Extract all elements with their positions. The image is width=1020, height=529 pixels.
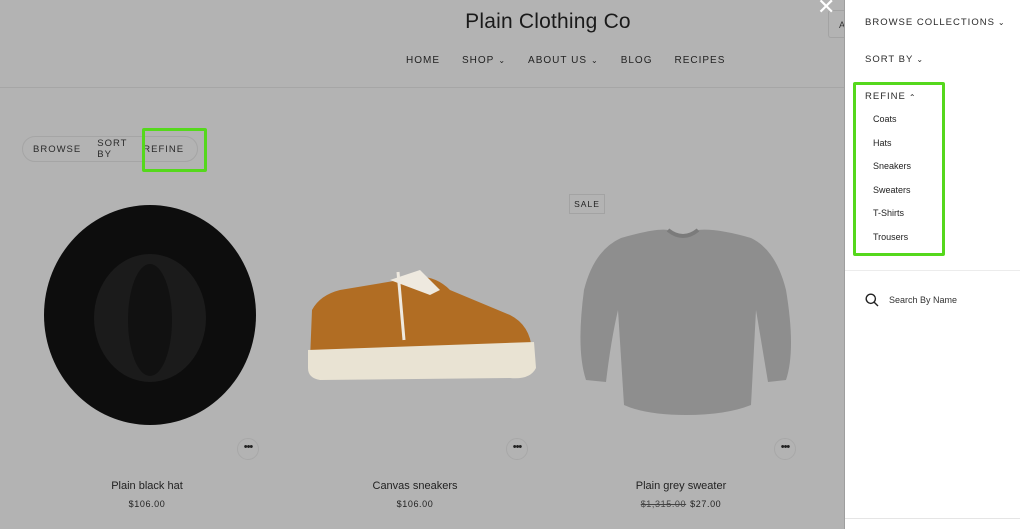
sale-price: $27.00 — [690, 499, 722, 509]
product-price: $106.00 — [12, 499, 282, 509]
sort-by-label: SORT BY — [865, 54, 914, 65]
main-nav: HOME SHOP ⌄ ABOUT US ⌄ BLOG RECIPES — [406, 55, 747, 66]
sale-badge: SALE — [569, 194, 605, 214]
product-card[interactable]: ••• Plain grey sweater $1,315.00 $27.00 — [546, 190, 816, 529]
browse-collections-label: BROWSE COLLECTIONS — [865, 17, 995, 28]
browse-collections-toggle[interactable]: BROWSE COLLECTIONS ⌄ — [865, 17, 1006, 28]
product-image-sweater[interactable] — [546, 190, 816, 440]
ellipsis-icon: ••• — [243, 441, 254, 453]
search-by-name-input[interactable]: Search By Name — [865, 293, 957, 307]
nav-recipes-label: RECIPES — [674, 55, 726, 66]
product-name[interactable]: Plain grey sweater — [546, 480, 816, 492]
search-placeholder: Search By Name — [889, 295, 958, 305]
current-price: $106.00 — [396, 499, 434, 509]
product-card[interactable]: ••• Canvas sneakers $106.00 — [280, 190, 550, 529]
more-options-button[interactable]: ••• — [237, 438, 259, 460]
sort-by-toggle[interactable]: SORT BY ⌄ — [865, 54, 924, 65]
chevron-down-icon: ⌄ — [997, 18, 1006, 27]
product-price: $1,315.00 $27.00 — [546, 499, 816, 509]
refine-highlight-box — [142, 128, 207, 172]
refine-menu-highlight-box — [853, 82, 945, 256]
filter-drawer: BROWSE COLLECTIONS ⌄ SORT BY ⌄ REFINE ⌃ Coa… — [844, 0, 1020, 529]
close-icon[interactable]: ✕ — [817, 0, 835, 20]
nav-home-label: HOME — [406, 55, 440, 66]
nav-about-us[interactable]: ABOUT US ⌄ — [528, 55, 599, 66]
nav-blog-label: BLOG — [620, 55, 653, 66]
product-image-sneakers[interactable] — [280, 190, 550, 440]
ellipsis-icon: ••• — [512, 441, 523, 453]
browse-button[interactable]: BROWSE — [33, 144, 81, 155]
nav-shop[interactable]: SHOP ⌄ — [462, 55, 506, 66]
more-options-button[interactable]: ••• — [774, 438, 796, 460]
drawer-bottom-divider — [845, 518, 1020, 519]
chevron-down-icon: ⌄ — [590, 56, 599, 65]
product-image-hat[interactable] — [12, 190, 282, 440]
product-price: $106.00 — [280, 499, 550, 509]
current-price: $106.00 — [128, 499, 166, 509]
more-options-button[interactable]: ••• — [506, 438, 528, 460]
product-name[interactable]: Plain black hat — [12, 480, 282, 492]
original-price: $1,315.00 — [640, 499, 687, 509]
drawer-divider — [845, 270, 1020, 271]
chevron-down-icon: ⌄ — [916, 55, 925, 64]
nav-shop-label: SHOP — [462, 55, 495, 66]
chevron-down-icon: ⌄ — [498, 56, 507, 65]
nav-home[interactable]: HOME — [406, 55, 440, 66]
search-icon — [865, 293, 879, 307]
ellipsis-icon: ••• — [780, 441, 791, 453]
product-card[interactable]: ••• Plain black hat $106.00 — [12, 190, 282, 529]
nav-blog[interactable]: BLOG — [621, 55, 653, 66]
product-name[interactable]: Canvas sneakers — [280, 480, 550, 492]
sort-by-button[interactable]: SORT BY — [97, 138, 127, 160]
nav-about-label: ABOUT US — [528, 55, 587, 66]
nav-recipes[interactable]: RECIPES — [674, 55, 725, 66]
